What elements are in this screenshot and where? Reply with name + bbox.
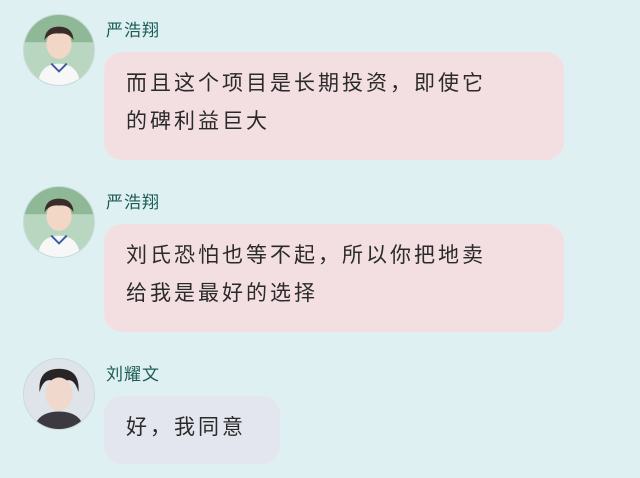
avatar[interactable] [23,358,95,430]
sender-name: 刘耀文 [106,365,160,385]
avatar-photo-icon [24,359,94,429]
message-text-line: 好，我同意 [126,415,246,439]
chat-message: 刘耀文 好，我同意 [0,0,640,478]
message-bubble[interactable]: 好，我同意 [104,396,280,464]
